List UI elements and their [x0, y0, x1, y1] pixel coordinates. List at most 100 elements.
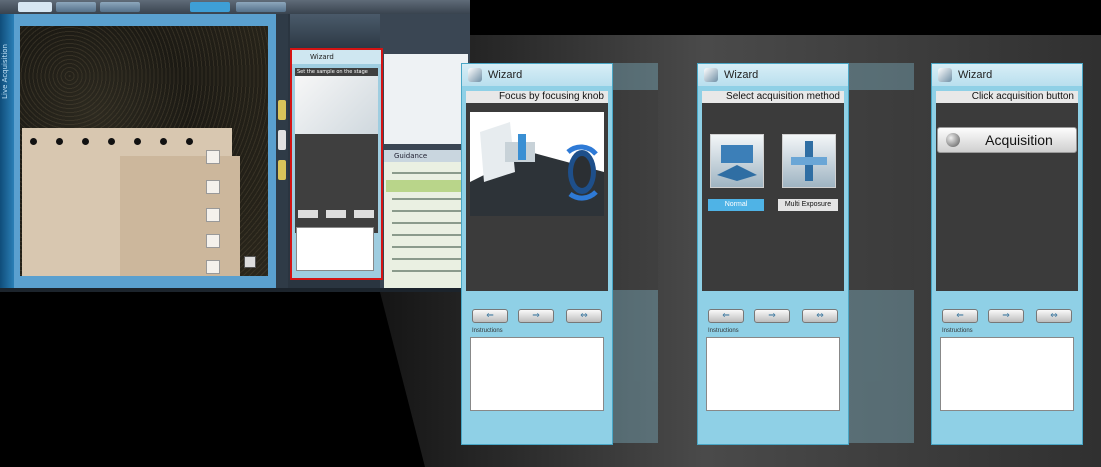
next-button[interactable]: ⇒ [988, 309, 1024, 323]
wizard-small-caption: Set the sample on the stage [297, 69, 368, 75]
focus-knob-illustration [470, 112, 604, 216]
guidance-item[interactable] [392, 210, 462, 212]
camera-icon [946, 133, 960, 147]
sample-hole [160, 138, 167, 145]
normal-method-icon[interactable] [710, 134, 764, 188]
vertical-tab-strip[interactable]: Live Acquisition [0, 14, 14, 292]
sample-pad [206, 260, 220, 274]
instructions-label: Instructions [708, 328, 739, 334]
tool-column [276, 14, 288, 288]
wizard-small-header: Wizard [292, 50, 381, 64]
instructions-label: Instructions [942, 328, 973, 334]
wizard-header: Wizard [462, 64, 612, 86]
sample-pad [206, 208, 220, 222]
wizard-icon [468, 68, 482, 82]
tool-button[interactable] [278, 100, 286, 120]
close-icon: ⇔ [816, 311, 824, 321]
instructions-label: Instructions [472, 328, 503, 334]
multi-exposure-button[interactable]: Multi Exposure [778, 199, 838, 211]
tab-acquire[interactable] [190, 2, 230, 12]
guidance-item[interactable] [392, 270, 462, 272]
wizard-body [702, 91, 844, 291]
status-bar [0, 288, 470, 292]
guidance-item[interactable] [392, 258, 462, 260]
next-button[interactable]: ⇒ [754, 309, 790, 323]
guidance-item[interactable] [392, 198, 462, 200]
step-title: Select acquisition method [702, 91, 844, 103]
preview-pane [384, 54, 468, 144]
guidance-item-selected[interactable] [386, 180, 466, 192]
step-title: Click acquisition button [936, 91, 1078, 103]
close-button[interactable]: ⇔ [1036, 309, 1072, 323]
acquisition-button-label: Acquisition [985, 132, 1053, 148]
close-button[interactable]: ⇔ [802, 309, 838, 323]
wizard-ghost-2: method [848, 63, 914, 443]
instructions-textarea[interactable] [940, 337, 1074, 411]
instructions-textarea[interactable] [706, 337, 840, 411]
tool-button[interactable] [278, 160, 286, 180]
wizard-header: Wizard [932, 64, 1082, 86]
sample-hole [134, 138, 141, 145]
back-icon: ⇐ [722, 311, 730, 321]
wizard-panel-small: Wizard Set the sample on the stage [290, 48, 383, 280]
back-button[interactable] [298, 210, 318, 218]
back-icon: ⇐ [956, 311, 964, 321]
tab-5[interactable] [236, 2, 286, 12]
next-button[interactable]: ⇒ [518, 309, 554, 323]
normal-method-button[interactable]: Normal [708, 199, 764, 211]
sample-hole [82, 138, 89, 145]
back-icon: ⇐ [486, 311, 494, 321]
next-icon: ⇒ [768, 311, 776, 321]
wizard-panel-focus: Wizard Focus by focusing knob ⇐ ⇒ ⇔ Inst… [461, 63, 613, 445]
tab-2[interactable] [56, 2, 96, 12]
wizard-panel-method: Wizard Select acquisition method Normal … [697, 63, 849, 445]
vertical-tab-label: Live Acquisition [1, 44, 9, 99]
next-icon: ⇒ [532, 311, 540, 321]
sample-hole [56, 138, 63, 145]
wizard-icon [938, 68, 952, 82]
guidance-item[interactable] [392, 234, 462, 236]
sample-pad [206, 234, 220, 248]
guidance-item[interactable] [392, 222, 462, 224]
ghost-body [612, 90, 658, 290]
close-button[interactable]: ⇔ [566, 309, 602, 323]
sample-hole [30, 138, 37, 145]
guidance-header: Guidance [384, 150, 468, 162]
sample-region-2 [120, 156, 240, 276]
back-button[interactable]: ⇐ [708, 309, 744, 323]
close-icon: ⇔ [1050, 311, 1058, 321]
sample-hole [108, 138, 115, 145]
sample-pad [206, 180, 220, 194]
app-window: Live Acquisition Guidance Wizard Set the… [0, 0, 470, 292]
guidance-item[interactable] [392, 246, 462, 248]
wizard-icon [704, 68, 718, 82]
multi-exposure-method-icon[interactable] [782, 134, 836, 188]
sample-pad [206, 150, 220, 164]
ghost-body [848, 90, 914, 290]
wizard-ghost-1: g knob [612, 63, 658, 443]
next-icon: ⇒ [1002, 311, 1010, 321]
step-title: Focus by focusing knob [466, 91, 608, 103]
fit-icon[interactable] [244, 256, 256, 268]
microscope-thumbnail [295, 76, 378, 134]
back-button[interactable]: ⇐ [472, 309, 508, 323]
wizard-header-label: Wizard [724, 69, 759, 81]
tab-live[interactable] [18, 2, 52, 12]
tab-3[interactable] [100, 2, 140, 12]
acquisition-button[interactable]: Acquisition [937, 127, 1077, 153]
guidance-item[interactable] [392, 172, 462, 174]
close-button[interactable] [354, 210, 374, 218]
wizard-header-label: Wizard [488, 69, 523, 81]
sample-hole [186, 138, 193, 145]
instructions-textarea[interactable] [470, 337, 604, 411]
wizard-panel-acquire: Wizard Click acquisition button Acquisit… [931, 63, 1083, 445]
close-icon: ⇔ [580, 311, 588, 321]
instructions-textarea-small[interactable] [296, 227, 374, 271]
wizard-header-label: Wizard [958, 69, 993, 81]
wizard-body [936, 91, 1078, 291]
guidance-list [384, 150, 468, 290]
wizard-header: Wizard [698, 64, 848, 86]
next-button[interactable] [326, 210, 346, 218]
tool-button[interactable] [278, 130, 286, 150]
back-button[interactable]: ⇐ [942, 309, 978, 323]
